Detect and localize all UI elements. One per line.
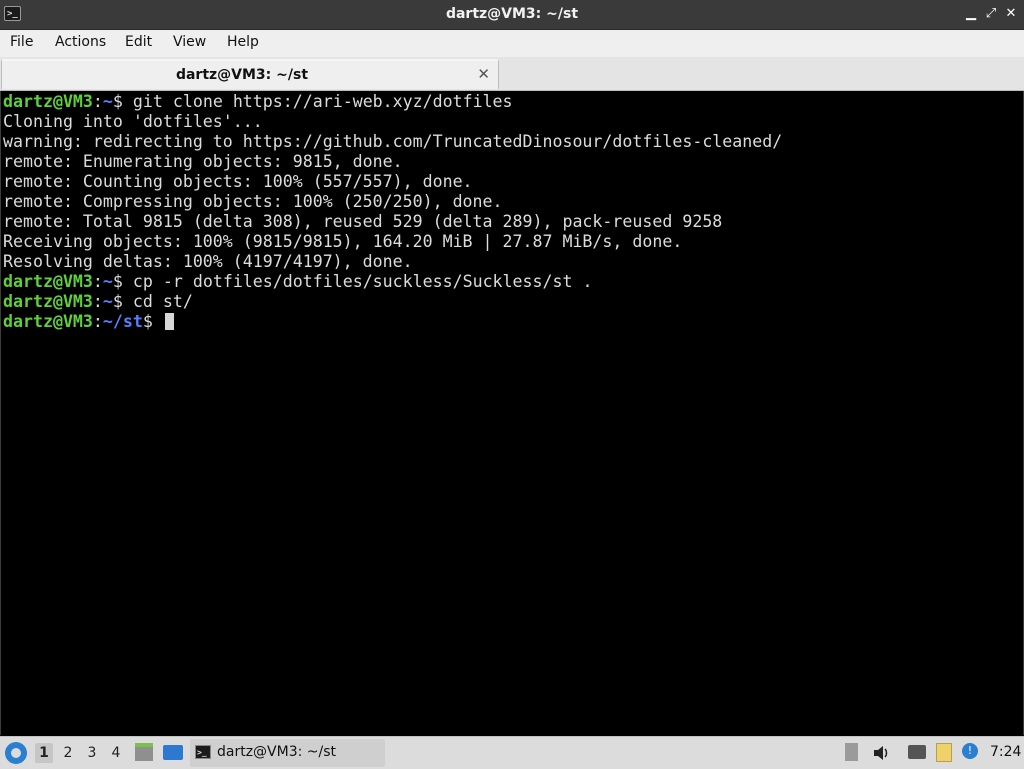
workspace-3[interactable]: 3 <box>83 743 101 763</box>
prompt-user: dartz@VM3 <box>3 272 93 291</box>
tab-terminal[interactable]: dartz@VM3: ~/st ✕ <box>1 59 499 89</box>
clipboard-icon[interactable] <box>936 743 952 762</box>
terminal-line: Receiving objects: 100% (9815/9815), 164… <box>3 232 683 251</box>
terminal-line: Resolving deltas: 100% (4197/4197), done… <box>3 252 413 271</box>
text-cursor <box>164 313 174 330</box>
close-window-button[interactable]: ✕ <box>1002 5 1020 23</box>
terminal-line: warning: redirecting to https://github.c… <box>3 132 783 151</box>
workspace-4[interactable]: 4 <box>107 743 125 763</box>
menu-view[interactable]: View <box>170 34 209 50</box>
prompt-user: dartz@VM3 <box>3 92 93 111</box>
terminal-line: Cloning into 'dotfiles'... <box>3 112 263 131</box>
terminal-output[interactable]: dartz@VM3:~$ git clone https://ari-web.x… <box>0 91 1024 735</box>
command-text: cp -r dotfiles/dotfiles/suckless/Suckles… <box>122 272 593 291</box>
menu-edit[interactable]: Edit <box>122 34 155 50</box>
window-title: dartz@VM3: ~/st <box>445 6 579 22</box>
network-icon[interactable] <box>908 745 926 759</box>
menu-help[interactable]: Help <box>224 34 262 50</box>
taskbar-task-terminal[interactable]: >_ dartz@VM3: ~/st <box>190 739 385 767</box>
terminal-line: dartz@VM3:~$ cd st/ <box>3 292 193 311</box>
workspace-2[interactable]: 2 <box>59 743 77 763</box>
prompt-user: dartz@VM3 <box>3 312 93 331</box>
menubar: File Actions Edit View Help <box>0 30 1024 57</box>
terminal-line: dartz@VM3:~$ cp -r dotfiles/dotfiles/suc… <box>3 272 593 291</box>
window-titlebar[interactable]: >_ dartz@VM3: ~/st ▁ ⤢ ✕ <box>0 0 1024 30</box>
minimize-button[interactable]: ▁ <box>962 5 980 23</box>
tab-bar: dartz@VM3: ~/st ✕ <box>0 57 1024 91</box>
terminal-line: dartz@VM3:~$ git clone https://ari-web.x… <box>3 92 513 111</box>
start-menu-icon[interactable] <box>5 742 27 764</box>
volume-icon[interactable] <box>872 744 890 762</box>
clock[interactable]: 7:24 <box>990 744 1021 760</box>
prompt-path: ~ <box>102 272 113 291</box>
prompt-path: ~ <box>102 92 113 111</box>
workspace-1[interactable]: 1 <box>35 743 53 763</box>
command-text: git clone https://ari-web.xyz/dotfiles <box>122 92 513 111</box>
update-notifier-icon[interactable]: ! <box>962 743 978 759</box>
terminal-line: remote: Total 9815 (delta 308), reused 5… <box>3 212 723 231</box>
upload-icon[interactable] <box>845 743 858 761</box>
taskbar: 1 2 3 4 >_ dartz@VM3: ~/st ! 7:24 <box>0 736 1024 769</box>
terminal-line: remote: Enumerating objects: 9815, done. <box>3 152 403 171</box>
terminal-line: dartz@VM3:~/st$ <box>3 312 1023 332</box>
terminal-line: remote: Compressing objects: 100% (250/2… <box>3 192 503 211</box>
maximize-button[interactable]: ⤢ <box>982 5 1000 23</box>
menu-file[interactable]: File <box>7 34 36 50</box>
command-text <box>153 312 163 331</box>
menu-actions[interactable]: Actions <box>52 34 109 50</box>
task-label: dartz@VM3: ~/st <box>217 744 337 760</box>
file-manager-icon[interactable] <box>135 743 153 761</box>
command-text: cd st/ <box>122 292 193 311</box>
prompt-path: ~ <box>102 292 113 311</box>
prompt-path: ~/st <box>102 312 143 331</box>
terminal-icon: >_ <box>195 745 211 759</box>
prompt-user: dartz@VM3 <box>3 292 93 311</box>
tab-close-icon[interactable]: ✕ <box>477 65 490 83</box>
tab-label: dartz@VM3: ~/st <box>175 67 309 83</box>
show-desktop-icon[interactable] <box>163 745 183 760</box>
terminal-line: remote: Counting objects: 100% (557/557)… <box>3 172 473 191</box>
